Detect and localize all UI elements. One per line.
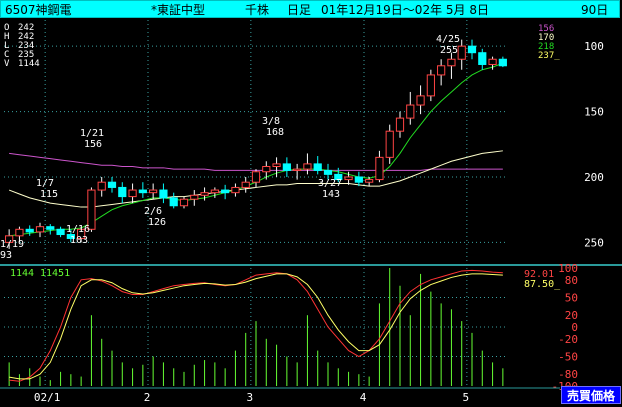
annotation-date: 1/21 — [80, 128, 104, 139]
candle-body — [169, 197, 178, 207]
candle-body — [35, 226, 45, 233]
trade-price-button[interactable]: 売買価格 — [561, 386, 621, 404]
candle-body — [293, 168, 302, 171]
candle-body — [159, 189, 168, 199]
candle-body — [46, 226, 55, 230]
candle-body — [365, 179, 374, 183]
candle-body — [138, 189, 147, 194]
candle-body — [437, 65, 446, 76]
annotation-price: 255 — [440, 45, 458, 56]
candle-body — [97, 181, 106, 191]
osc-axis-label: 80 — [565, 274, 578, 287]
annotation-date: 3/8 — [262, 116, 280, 127]
candle-body — [385, 130, 394, 158]
candle-body — [56, 228, 65, 236]
candle-body — [447, 58, 456, 67]
volume-readout-2: 11451 — [40, 268, 70, 279]
candle-body — [128, 189, 137, 198]
price-axis-label: 200 — [584, 171, 604, 184]
candle-body — [457, 45, 466, 60]
annotation-date: 4/25 — [436, 34, 460, 45]
candle-body — [313, 163, 322, 171]
ohlcv-label: V — [4, 59, 10, 69]
candle-body — [179, 198, 189, 207]
x-axis-label: 5 — [463, 391, 470, 404]
candle-body — [426, 74, 435, 97]
x-axis-label: 02/1 — [34, 391, 61, 404]
candle-body — [303, 163, 312, 170]
candle-body — [241, 181, 250, 188]
volume-readout: 1144 — [10, 268, 34, 279]
annotation-date: 3/27 — [318, 178, 342, 189]
osc-axis-label: -50 — [558, 351, 578, 364]
x-axis-label: 3 — [247, 391, 254, 404]
candle-body — [354, 176, 363, 183]
osc-d-value: 87.50_ — [524, 279, 561, 290]
chart-canvas[interactable]: 2502001501001008050200-20-50-80-10002/12… — [0, 0, 622, 407]
annotation-price: 168 — [266, 127, 284, 138]
candle-body — [416, 95, 425, 106]
candle-body — [488, 58, 497, 65]
price-axis-label: 250 — [584, 236, 604, 249]
candle-body — [406, 104, 415, 119]
candle-body — [118, 186, 127, 198]
candle-body — [262, 166, 271, 173]
annotation-price: 93 — [0, 250, 12, 261]
x-axis-label: 2 — [144, 391, 151, 404]
osc-axis-label: 50 — [565, 292, 578, 305]
candle-body — [231, 186, 240, 194]
annotation-price: 126 — [148, 217, 166, 228]
annotation-date: 1/16 — [66, 224, 90, 235]
annotation-price: 156 — [84, 139, 102, 150]
candle-body — [200, 192, 209, 196]
candle-body — [344, 176, 353, 181]
candle-body — [478, 52, 487, 65]
stock-chart-window: 6507神鋼電 *東証中型 千株 日足 01年12月19日～02年 5月 8日 … — [0, 0, 622, 407]
candle-body — [323, 169, 333, 175]
price-axis-label: 100 — [584, 40, 604, 53]
candle-body — [190, 194, 199, 200]
ohlcv-value: 1144 — [18, 59, 40, 69]
x-axis-label: 4 — [360, 391, 367, 404]
candle-body — [282, 163, 291, 171]
candle-body — [251, 171, 261, 183]
ma-value-label: 237_ — [538, 51, 560, 61]
annotation-price: 115 — [40, 189, 58, 200]
annotation-price: 103 — [70, 235, 88, 246]
annotation-date: 1/19 — [0, 239, 24, 250]
candle-body — [210, 189, 219, 194]
candle-body — [149, 189, 158, 194]
candle-body — [498, 58, 507, 67]
candle-body — [15, 228, 24, 237]
candle-body — [467, 45, 477, 54]
annotation-price: 143 — [322, 189, 340, 200]
candle-body — [395, 117, 405, 132]
annotation-date: 1/7 — [36, 178, 54, 189]
candle-body — [375, 156, 384, 181]
candle-body — [272, 163, 281, 168]
price-axis-label: 150 — [584, 106, 604, 119]
candle-body — [221, 189, 230, 194]
candle-body — [107, 181, 117, 188]
ma-long-line — [9, 152, 503, 171]
osc-axis-label: -20 — [558, 333, 578, 346]
annotation-date: 2/6 — [144, 206, 162, 217]
price-panel — [5, 39, 507, 249]
candle-body — [25, 228, 34, 233]
